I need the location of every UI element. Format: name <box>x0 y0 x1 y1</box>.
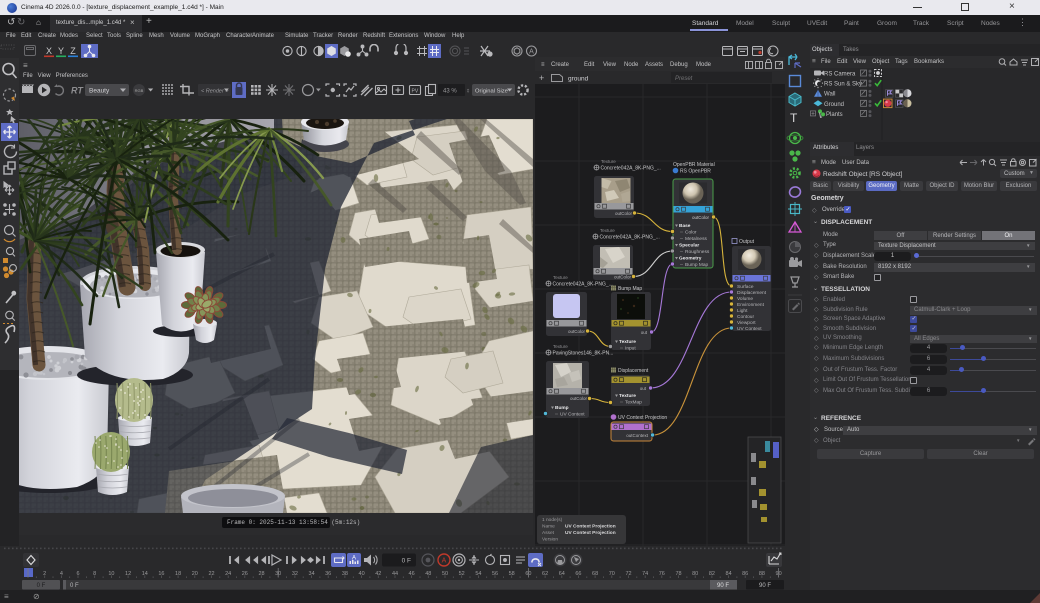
svg-text:Output: Output <box>739 239 755 245</box>
svg-text:Volume: Volume <box>737 296 753 302</box>
svg-text:Version: Version <box>542 537 558 543</box>
svg-text:Light: Light <box>737 308 748 314</box>
svg-text:≡: ≡ <box>541 62 545 68</box>
svg-text:Displacement: Displacement <box>737 290 767 296</box>
svg-text:ground: ground <box>568 76 589 83</box>
svg-text:UV Context Projection: UV Context Projection <box>565 530 616 536</box>
svg-text:Create: Create <box>551 62 570 68</box>
svg-text:Displacement: Displacement <box>618 368 649 374</box>
svg-text:Y: Y <box>58 46 64 56</box>
svg-text:Metalness: Metalness <box>685 236 707 242</box>
svg-text:RGB: RGB <box>135 88 144 93</box>
svg-text:Node: Node <box>624 62 639 68</box>
svg-text:0 F: 0 F <box>402 558 411 565</box>
svg-text:Concrete042A_8K-PNG_...: Concrete042A_8K-PNG_... <box>600 235 660 241</box>
svg-text:Texture: Texture <box>619 339 636 345</box>
svg-text:Edit: Edit <box>584 62 595 68</box>
svg-text:Texture: Texture <box>600 228 615 233</box>
svg-text:T: T <box>790 111 798 125</box>
svg-text:PavingStones146_8K-PN...: PavingStones146_8K-PN... <box>553 351 614 357</box>
svg-text:Geometry: Geometry <box>679 256 702 262</box>
svg-text:⇕: ⇕ <box>466 89 470 95</box>
svg-text:RS Camera: RS Camera <box>824 72 856 78</box>
svg-text:outColor: outColor <box>615 211 633 216</box>
svg-text:Color: Color <box>685 230 697 236</box>
svg-text:Mode: Mode <box>696 62 712 68</box>
svg-text:OpenPBR Material: OpenPBR Material <box>673 162 715 168</box>
svg-text:Bump Map: Bump Map <box>685 262 709 268</box>
svg-text:Bump: Bump <box>555 405 569 411</box>
svg-text:Concrete042A_8K-PNG_...: Concrete042A_8K-PNG_... <box>553 282 613 288</box>
svg-text:View: View <box>603 62 617 68</box>
svg-text:Beauty: Beauty <box>89 88 110 95</box>
svg-text:Ground: Ground <box>824 102 844 108</box>
svg-text:Base: Base <box>679 223 691 229</box>
svg-text:TexMap: TexMap <box>625 400 642 406</box>
svg-text:Roughness: Roughness <box>685 249 710 255</box>
svg-text:Environment: Environment <box>737 302 765 308</box>
svg-text:outColor: outColor <box>570 396 588 401</box>
svg-text:UV Context: UV Context <box>737 326 762 332</box>
svg-text:outColor: outColor <box>568 329 586 334</box>
svg-text:PV: PV <box>412 89 419 95</box>
svg-text:Assets: Assets <box>645 62 663 68</box>
svg-text:Texture: Texture <box>601 159 616 164</box>
svg-text:A: A <box>529 49 534 56</box>
svg-text:Name: Name <box>542 524 555 530</box>
svg-text:UV Context Projection: UV Context Projection <box>618 415 667 421</box>
svg-text:outColor: outColor <box>692 215 710 220</box>
svg-text:out: out <box>641 330 648 335</box>
svg-text:0 F: 0 F <box>37 583 46 589</box>
svg-text:RS OpenPBR: RS OpenPBR <box>680 169 711 175</box>
svg-text:Wall: Wall <box>824 92 835 98</box>
svg-text:90 F: 90 F <box>717 583 729 589</box>
svg-text:Concrete042A_8K-PNG_...: Concrete042A_8K-PNG_... <box>601 166 661 172</box>
svg-text:Texture: Texture <box>619 393 636 399</box>
svg-text:UV Context Projection: UV Context Projection <box>565 524 616 530</box>
svg-text:Original Size: Original Size <box>475 89 508 95</box>
svg-text:Input: Input <box>625 346 636 352</box>
svg-text:Contour: Contour <box>737 314 754 320</box>
svg-text:Bump Map: Bump Map <box>618 286 642 292</box>
svg-text:UV Context: UV Context <box>560 412 585 418</box>
svg-text:1 node(s): 1 node(s) <box>542 517 563 523</box>
svg-text:Texture: Texture <box>553 344 568 349</box>
svg-text:out: out <box>640 386 647 391</box>
svg-text:Debug: Debug <box>670 62 688 68</box>
svg-text:Asset: Asset <box>542 530 555 536</box>
svg-text:X: X <box>46 46 52 56</box>
svg-text:outColor: outColor <box>614 275 632 280</box>
svg-text:43 %: 43 % <box>443 89 457 95</box>
svg-text:Preset: Preset <box>675 76 693 82</box>
svg-text:RT: RT <box>71 86 84 96</box>
svg-text:Viewport: Viewport <box>737 320 756 326</box>
svg-text:A: A <box>442 558 447 565</box>
svg-text:Z: Z <box>70 46 76 56</box>
svg-text:+: + <box>539 73 544 83</box>
svg-text:outContext: outContext <box>626 433 649 438</box>
svg-text:Surface: Surface <box>737 284 754 290</box>
svg-text:RS Sun & Sky: RS Sun & Sky <box>824 82 862 88</box>
svg-text:Specular: Specular <box>679 243 699 249</box>
svg-text:90 F: 90 F <box>759 583 771 589</box>
svg-text:0 F: 0 F <box>70 583 79 589</box>
svg-text:Plants: Plants <box>826 112 843 118</box>
svg-text:Texture: Texture <box>553 275 568 280</box>
